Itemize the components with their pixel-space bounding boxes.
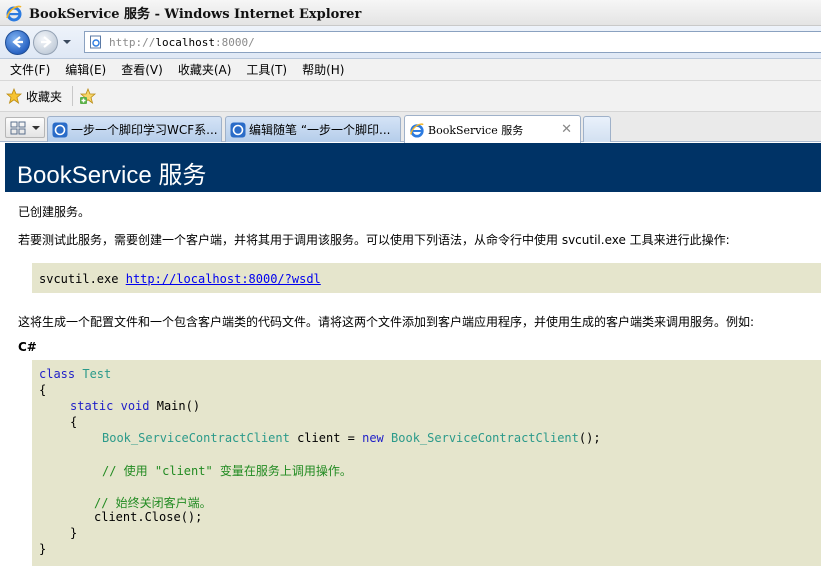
toolbar-separator [72, 86, 74, 106]
tab-label: 编辑随笔 “一步一个脚印... [249, 123, 391, 137]
title-bar: BookService 服务 - Windows Internet Explor… [0, 0, 821, 26]
back-button[interactable] [5, 29, 30, 55]
page-content: BookService 服务 已创建服务。 若要测试此服务，需要创建一个客户端，… [0, 143, 821, 566]
forward-button[interactable] [33, 29, 58, 55]
quick-tabs-grid-icon [10, 121, 26, 134]
language-label: C# [18, 340, 37, 354]
code-line-9: } [70, 526, 78, 540]
internet-explorer-icon [6, 5, 22, 21]
blog-site-icon [52, 122, 68, 137]
menu-help[interactable]: 帮助(H) [302, 61, 344, 78]
url-text: http://localhost:8000/ [109, 35, 255, 49]
code-line-1: class Test [39, 367, 112, 381]
address-bar: http://localhost:8000/ [0, 26, 821, 59]
tab-label: BookService 服务 [428, 123, 524, 137]
code-line-5: Book_ServiceContractClient client = new … [102, 431, 601, 445]
blog-site-icon [230, 122, 246, 137]
add-to-favorites-icon[interactable] [79, 87, 97, 105]
window-title: BookService 服务 - Windows Internet Explor… [29, 7, 362, 22]
command-box: svcutil.exe http://localhost:8000/?wsdl [32, 263, 821, 293]
code-line-10: } [39, 542, 47, 556]
menu-bar: 文件(F) 编辑(E) 查看(V) 收藏夹(A) 工具(T) 帮助(H) [0, 59, 821, 81]
tab-wcf-blog[interactable]: 一步一个脚印学习WCF系... [47, 116, 222, 142]
menu-favorites[interactable]: 收藏夹(A) [178, 61, 232, 78]
instructions-text: 若要测试此服务，需要创建一个客户端，并将其用于调用该服务。可以使用下列语法，从命… [18, 233, 730, 247]
tab-list-dropdown-icon[interactable] [32, 124, 40, 132]
tab-label: 一步一个脚印学习WCF系... [71, 123, 218, 137]
history-dropdown-icon[interactable] [62, 37, 72, 47]
menu-file[interactable]: 文件(F) [10, 61, 50, 78]
quick-tabs-button[interactable] [5, 117, 45, 138]
command-line: svcutil.exe http://localhost:8000/?wsdl [39, 272, 321, 286]
code-line-4: { [70, 415, 78, 429]
new-tab-button[interactable] [583, 116, 611, 142]
page-title: BookService 服务 [17, 162, 207, 189]
code-sample: class Test { static void Main() { Book_S… [32, 360, 821, 566]
favorites-bar: 收藏夹 [0, 81, 821, 112]
command-name: svcutil.exe [39, 272, 119, 286]
address-input[interactable]: http://localhost:8000/ [84, 31, 821, 53]
page-header: BookService 服务 [5, 143, 821, 192]
code-line-close: client.Close(); [94, 510, 203, 524]
code-comment-use-client: // 使用 "client" 变量在服务上调用操作。 [102, 464, 352, 478]
tab-bookservice[interactable]: BookService 服务 ✕ [404, 115, 581, 143]
wsdl-link[interactable]: http://localhost:8000/?wsdl [126, 272, 321, 286]
code-line-2: { [39, 383, 47, 397]
menu-tools[interactable]: 工具(T) [246, 61, 287, 78]
page-icon [90, 35, 101, 49]
menu-edit[interactable]: 编辑(E) [65, 61, 106, 78]
internet-explorer-icon [410, 122, 424, 138]
tab-edit-post[interactable]: 编辑随笔 “一步一个脚印... [225, 116, 401, 142]
close-tab-icon[interactable]: ✕ [561, 122, 572, 137]
favorites-button-label[interactable]: 收藏夹 [26, 88, 62, 105]
code-comment-close-client: // 始终关闭客户端。 [94, 496, 212, 510]
generate-note-text: 这将生成一个配置文件和一个包含客户端类的代码文件。请将这两个文件添加到客户端应用… [18, 315, 755, 329]
arrow-right-icon [40, 36, 52, 48]
favorites-star-icon[interactable] [6, 88, 22, 104]
tab-bar: 一步一个脚印学习WCF系... 编辑随笔 “一步一个脚印... BookServ… [0, 112, 821, 143]
code-line-3: static void Main() [70, 399, 201, 413]
service-created-text: 已创建服务。 [18, 205, 91, 219]
menu-view[interactable]: 查看(V) [121, 61, 163, 78]
arrow-left-icon [11, 36, 23, 48]
